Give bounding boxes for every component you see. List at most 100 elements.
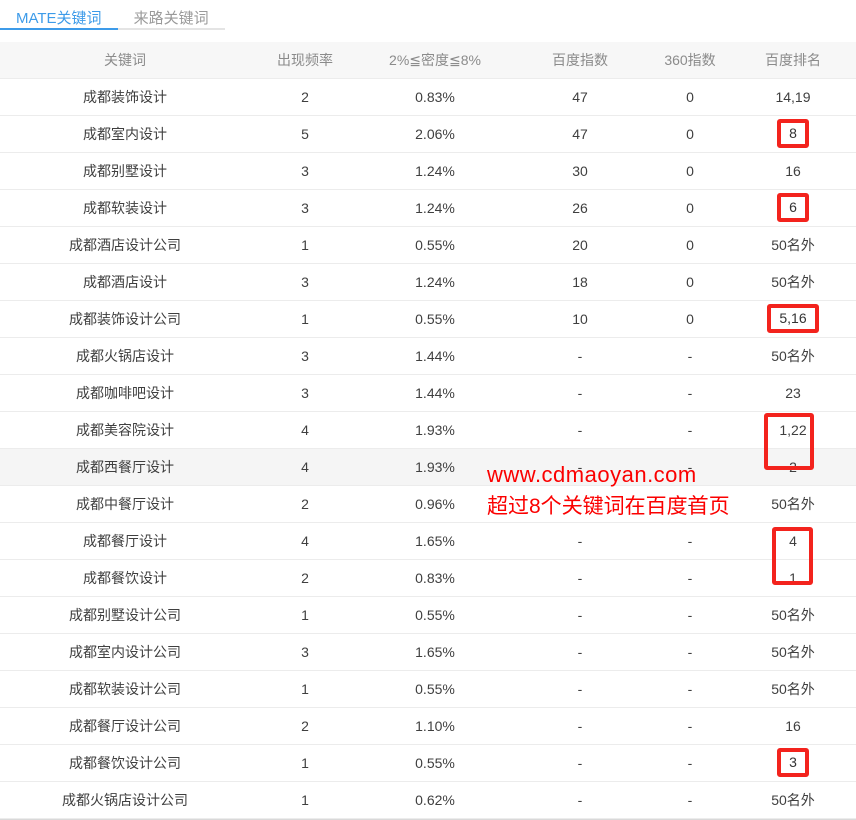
baidu-rank-cell: 3 xyxy=(730,744,856,781)
keyword-cell: 成都火锅店设计 xyxy=(0,337,250,374)
baidu-index-cell: - xyxy=(510,485,650,522)
baidu-index-cell: 10 xyxy=(510,300,650,337)
col-header-frequency: 出现频率 xyxy=(250,42,360,78)
density-cell: 0.55% xyxy=(360,670,510,707)
baidu-rank-cell: 50名外 xyxy=(730,337,856,374)
baidu-rank-cell: 50名外 xyxy=(730,596,856,633)
frequency-cell: 1 xyxy=(250,300,360,337)
tab-referral-keywords[interactable]: 来路关键词 xyxy=(118,2,225,30)
index-360-cell: 0 xyxy=(650,115,730,152)
keyword-cell: 成都美容院设计 xyxy=(0,411,250,448)
table-row: 成都软装设计31.24%2606 xyxy=(0,189,856,226)
keyword-cell: 成都火锅店设计公司 xyxy=(0,781,250,818)
index-360-cell: 0 xyxy=(650,300,730,337)
index-360-cell: 0 xyxy=(650,78,730,115)
col-header-baidu-rank: 百度排名 xyxy=(730,42,856,78)
density-cell: 1.24% xyxy=(360,189,510,226)
keyword-cell: 成都别墅设计 xyxy=(0,152,250,189)
frequency-cell: 5 xyxy=(250,115,360,152)
index-360-cell: - xyxy=(650,781,730,818)
table-row: 成都装饰设计公司10.55%100 5,16 xyxy=(0,300,856,337)
frequency-cell: 2 xyxy=(250,485,360,522)
table-row: 成都餐饮设计20.83%--1 xyxy=(0,559,856,596)
baidu-index-cell: - xyxy=(510,374,650,411)
baidu-index-cell: 47 xyxy=(510,78,650,115)
baidu-index-cell: 30 xyxy=(510,152,650,189)
keyword-cell: 成都餐厅设计 xyxy=(0,522,250,559)
col-header-keyword: 关键词 xyxy=(0,42,250,78)
index-360-cell: - xyxy=(650,744,730,781)
frequency-cell: 3 xyxy=(250,337,360,374)
density-cell: 0.96% xyxy=(360,485,510,522)
tab-mate-keywords[interactable]: MATE关键词 xyxy=(0,2,118,30)
keyword-cell: 成都中餐厅设计 xyxy=(0,485,250,522)
index-360-cell: - xyxy=(650,374,730,411)
index-360-cell: - xyxy=(650,522,730,559)
keyword-cell: 成都餐饮设计公司 xyxy=(0,744,250,781)
baidu-index-cell: 18 xyxy=(510,263,650,300)
table-row: 成都室内设计公司31.65%--50名外 xyxy=(0,633,856,670)
col-header-density: 2%≦密度≦8% xyxy=(360,42,510,78)
col-header-360-index: 360指数 xyxy=(650,42,730,78)
baidu-index-cell: - xyxy=(510,411,650,448)
keyword-cell: 成都咖啡吧设计 xyxy=(0,374,250,411)
table-row: 成都西餐厅设计41.93%--2 xyxy=(0,448,856,485)
frequency-cell: 4 xyxy=(250,522,360,559)
keyword-table: 关键词 出现频率 2%≦密度≦8% 百度指数 360指数 百度排名 成都装饰设计… xyxy=(0,42,856,819)
index-360-cell: - xyxy=(650,707,730,744)
baidu-rank-cell: 50名外 xyxy=(730,633,856,670)
keyword-cell: 成都软装设计公司 xyxy=(0,670,250,707)
density-cell: 1.93% xyxy=(360,411,510,448)
baidu-index-cell: - xyxy=(510,596,650,633)
frequency-cell: 2 xyxy=(250,559,360,596)
baidu-rank-cell: 23 xyxy=(730,374,856,411)
table-row: 成都中餐厅设计20.96%--50名外 xyxy=(0,485,856,522)
baidu-rank-cell: 2 xyxy=(730,448,856,485)
baidu-rank-cell: 50名外 xyxy=(730,670,856,707)
density-cell: 0.83% xyxy=(360,78,510,115)
rank-highlight-box: 5,16 xyxy=(767,304,818,333)
tab-bar: MATE关键词 来路关键词 xyxy=(0,2,856,32)
frequency-cell: 2 xyxy=(250,707,360,744)
frequency-cell: 3 xyxy=(250,152,360,189)
density-cell: 0.83% xyxy=(360,559,510,596)
frequency-cell: 3 xyxy=(250,263,360,300)
density-cell: 1.24% xyxy=(360,263,510,300)
keyword-cell: 成都室内设计 xyxy=(0,115,250,152)
index-360-cell: - xyxy=(650,448,730,485)
baidu-rank-cell: 1,22 xyxy=(730,411,856,448)
index-360-cell: - xyxy=(650,633,730,670)
index-360-cell: - xyxy=(650,411,730,448)
index-360-cell: 0 xyxy=(650,189,730,226)
header-row: 关键词 出现频率 2%≦密度≦8% 百度指数 360指数 百度排名 xyxy=(0,42,856,78)
index-360-cell: - xyxy=(650,670,730,707)
density-cell: 0.55% xyxy=(360,596,510,633)
baidu-rank-cell: 16 xyxy=(730,707,856,744)
table-row: 成都装饰设计20.83%47014,19 xyxy=(0,78,856,115)
index-360-cell: - xyxy=(650,596,730,633)
density-cell: 1.93% xyxy=(360,448,510,485)
index-360-cell: 0 xyxy=(650,152,730,189)
baidu-index-cell: - xyxy=(510,559,650,596)
density-cell: 0.55% xyxy=(360,300,510,337)
baidu-rank-cell: 6 xyxy=(730,189,856,226)
frequency-cell: 4 xyxy=(250,448,360,485)
baidu-index-cell: - xyxy=(510,670,650,707)
frequency-cell: 1 xyxy=(250,226,360,263)
table-row: 成都别墅设计公司10.55%--50名外 xyxy=(0,596,856,633)
table-row: 成都咖啡吧设计31.44%--23 xyxy=(0,374,856,411)
keyword-cell: 成都餐厅设计公司 xyxy=(0,707,250,744)
frequency-cell: 3 xyxy=(250,189,360,226)
baidu-index-cell: - xyxy=(510,448,650,485)
baidu-rank-cell: 50名外 xyxy=(730,226,856,263)
col-header-baidu-index: 百度指数 xyxy=(510,42,650,78)
table-row: 成都酒店设计公司10.55%20050名外 xyxy=(0,226,856,263)
baidu-index-cell: - xyxy=(510,337,650,374)
density-cell: 2.06% xyxy=(360,115,510,152)
baidu-index-cell: - xyxy=(510,522,650,559)
keyword-cell: 成都酒店设计公司 xyxy=(0,226,250,263)
table-row: 成都室内设计52.06%4708 xyxy=(0,115,856,152)
keyword-cell: 成都装饰设计公司 xyxy=(0,300,250,337)
keyword-cell: 成都软装设计 xyxy=(0,189,250,226)
index-360-cell: - xyxy=(650,559,730,596)
